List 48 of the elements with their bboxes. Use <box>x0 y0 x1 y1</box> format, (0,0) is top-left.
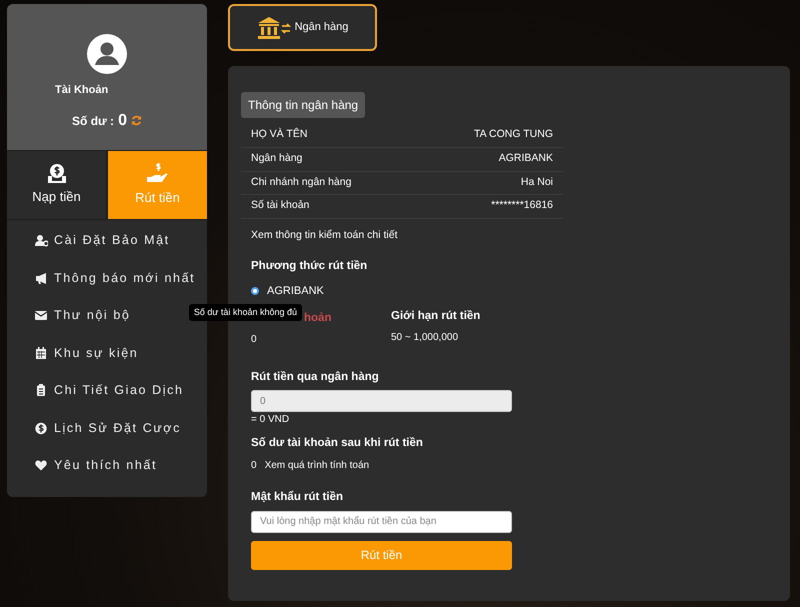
calendar-icon <box>35 346 48 360</box>
hand-dollar-icon <box>146 162 170 184</box>
converted-amount: = 0 VND <box>251 413 290 427</box>
calculation-link[interactable]: Xem quá trình tính toán <box>264 458 370 474</box>
clipboard-icon <box>35 384 48 398</box>
avatar-icon <box>87 34 127 74</box>
balance-value: 0 <box>118 110 127 130</box>
field-value: Ha Noi <box>520 174 553 190</box>
field-label: HỌ VÀ TÊN <box>251 127 308 142</box>
field-value: TA CONG TUNG <box>474 127 553 142</box>
balance-value: 0 <box>251 332 258 347</box>
bank-tab[interactable]: Ngân hàng <box>228 4 377 51</box>
section-heading: Phương thức rút tiền <box>251 258 368 274</box>
field-value: AGRIBANK <box>498 150 553 166</box>
balance-label: hoản <box>304 312 332 324</box>
after-balance-value: 0 <box>251 459 257 474</box>
mail-icon <box>35 309 48 322</box>
amount-label: Rút tiền qua ngân hàng <box>251 370 380 385</box>
radio-button[interactable] <box>251 287 259 296</box>
menu-item[interactable]: Cài Đặt Bảo Mật <box>7 222 207 260</box>
refresh-icon[interactable] <box>130 115 142 126</box>
menu-item[interactable]: Yêu thích nhất <box>7 447 207 484</box>
account-label: Tài Khoản <box>55 83 108 98</box>
heart-icon <box>35 459 48 472</box>
menu-item[interactable]: Thông báo mới nhất <box>7 260 207 297</box>
bank-transfer-icon <box>256 16 291 40</box>
field-label: Chi nhánh ngân hàng <box>251 174 352 190</box>
balance-label: Số dư : <box>72 112 114 130</box>
tooltip: Số dư tài khoản không đủ <box>188 304 302 321</box>
amount-field[interactable]: 0 <box>251 390 512 412</box>
limit-value: 50 ~ 1,000,000 <box>391 330 460 345</box>
bank-radio-option[interactable]: AGRIBANK <box>251 283 513 300</box>
field-value: ********16816 <box>491 198 553 214</box>
coin-deposit-icon <box>46 163 66 184</box>
audit-link[interactable]: Xem thông tin kiểm toán chi tiết <box>251 228 398 244</box>
menu-item[interactable]: Lịch Sử Đặt Cược <box>7 410 207 447</box>
limit-label: Giới hạn rút tiền <box>391 308 480 324</box>
field-label: Số tài khoản <box>251 198 310 214</box>
after-balance-label: Số dư tài khoản sau khi rút tiền <box>251 436 424 451</box>
password-field[interactable]: Vui lòng nhập mật khẩu rút tiền của bạn <box>251 510 512 532</box>
dollar-coin-icon <box>35 422 48 435</box>
bank-info-tab[interactable]: Thông tin ngân hàng <box>241 92 366 118</box>
password-label: Mật khẩu rút tiền <box>251 490 344 506</box>
megaphone-icon <box>35 272 48 285</box>
field-label: Ngân hàng <box>251 150 302 166</box>
menu-item[interactable]: Chi Tiết Giao Dịch <box>7 372 207 410</box>
user-gear-icon <box>35 234 48 248</box>
menu-item[interactable]: Khu sự kiện <box>7 334 207 372</box>
